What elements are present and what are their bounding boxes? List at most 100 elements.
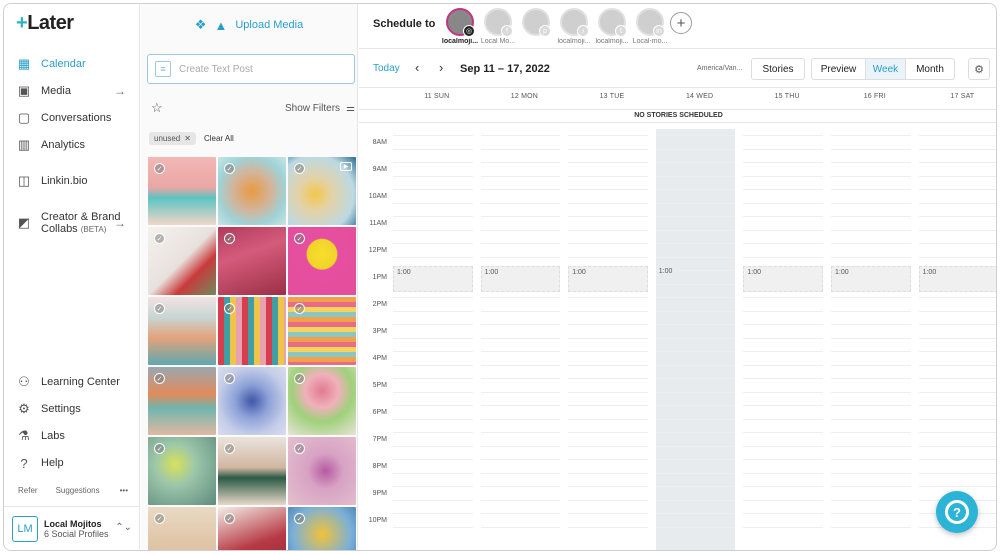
sidebar-item-labs[interactable]: ⚗ Labs	[16, 426, 65, 446]
chat-icon: ▢	[17, 110, 31, 125]
sidebar-item-media[interactable]: ▣ Media →	[16, 81, 134, 101]
checkmark-icon[interactable]: ✓	[294, 303, 305, 314]
clear-all-button[interactable]: Clear All	[204, 134, 234, 143]
checkmark-icon[interactable]: ✓	[294, 373, 305, 384]
refer-link[interactable]: Refer	[18, 486, 38, 495]
arrow-right-icon[interactable]: →	[114, 84, 126, 98]
day-column[interactable]: 1:00	[568, 129, 648, 550]
calendar-settings-gear-icon[interactable]: ⚙	[968, 58, 990, 80]
checkmark-icon[interactable]: ✓	[224, 303, 235, 314]
time-slot[interactable]: 1:00	[656, 266, 736, 292]
social-profile-tiktok[interactable]: ♪ localmoji...	[553, 8, 595, 45]
media-thumbnail[interactable]: ✓	[288, 437, 356, 505]
time-slot[interactable]: 1:00	[480, 266, 561, 292]
add-profile-button[interactable]: +	[670, 12, 692, 34]
close-icon[interactable]: ✕	[184, 134, 191, 143]
checkmark-icon[interactable]: ✓	[294, 443, 305, 454]
sidebar-item-learning-center[interactable]: ⚇ Learning Center	[16, 372, 120, 392]
sidebar-item-label: Conversations	[41, 112, 112, 124]
social-profile-twitter[interactable]: t localmoji...	[591, 8, 633, 45]
dropbox-icon[interactable]: ❖	[195, 17, 207, 33]
day-column[interactable]: 1:00	[655, 129, 736, 550]
checkmark-icon[interactable]: ✓	[224, 513, 235, 524]
sidebar-item-calendar[interactable]: ▦ Calendar	[16, 54, 134, 74]
media-thumbnail[interactable]: ✓ ▶	[288, 157, 356, 225]
time-slot[interactable]: 1:00	[743, 266, 823, 292]
more-icon[interactable]: •••	[120, 486, 128, 495]
media-thumbnail[interactable]: ✓	[288, 297, 356, 365]
media-thumbnail[interactable]: ✓	[218, 367, 286, 435]
checkmark-icon[interactable]: ✓	[294, 233, 305, 244]
checkmark-icon[interactable]: ✓	[154, 373, 165, 384]
day-column[interactable]: 1:00	[918, 129, 996, 550]
today-button[interactable]: Today	[373, 63, 400, 74]
sidebar-item-analytics[interactable]: ▥ Analytics	[16, 135, 134, 155]
day-column[interactable]: 1:00	[831, 129, 911, 550]
checkmark-icon[interactable]: ✓	[294, 513, 305, 524]
checkmark-icon[interactable]: ✓	[224, 443, 235, 454]
day-column[interactable]: 1:00	[743, 129, 823, 550]
checkmark-icon[interactable]: ✓	[154, 233, 165, 244]
chevron-left-icon[interactable]: ‹	[415, 60, 419, 75]
google-drive-icon[interactable]: ▲	[214, 18, 227, 33]
later-logo[interactable]: +Later	[16, 12, 74, 35]
sidebar-item-linkin-bio[interactable]: ◫ Linkin.bio	[16, 171, 134, 191]
media-thumbnail[interactable]: ✓	[218, 507, 286, 550]
media-thumbnail[interactable]: ✓	[148, 507, 216, 550]
time-slot[interactable]: 1:00	[393, 266, 473, 292]
sidebar-item-creator-brand[interactable]: ◩ Creator & Brand Collabs (BETA) →	[16, 209, 134, 237]
time-slot[interactable]: 1:00	[918, 266, 996, 292]
view-week-button[interactable]: Week	[866, 59, 906, 79]
media-thumbnail[interactable]: ✓	[148, 227, 216, 295]
checkmark-icon[interactable]: ✓	[154, 513, 165, 524]
media-thumbnail[interactable]: ✓	[218, 157, 286, 225]
active-filter-tags: unused ✕ Clear All	[149, 132, 234, 145]
social-profile-instagram[interactable]: ◎ localmoji...	[439, 8, 481, 45]
stories-button[interactable]: Stories	[751, 58, 805, 80]
show-filters-button[interactable]: Show Filters ⚌	[285, 103, 355, 114]
view-preview-button[interactable]: Preview	[812, 59, 866, 79]
time-slot[interactable]: 1:00	[568, 266, 648, 292]
profile-switcher[interactable]: LM Local Mojitos 6 Social Profiles ⌃⌄	[4, 506, 140, 550]
checkmark-icon[interactable]: ✓	[154, 163, 165, 174]
time-slot[interactable]: 1:00	[831, 266, 911, 292]
view-month-button[interactable]: Month	[906, 59, 954, 79]
help-chat-button[interactable]: ?	[936, 491, 978, 533]
day-column[interactable]: 1:00	[393, 129, 473, 550]
chevron-updown-icon[interactable]: ⌃⌄	[115, 522, 132, 533]
checkmark-icon[interactable]: ✓	[294, 163, 305, 174]
media-thumbnail[interactable]: ✓	[148, 367, 216, 435]
checkmark-icon[interactable]: ✓	[154, 303, 165, 314]
sidebar-item-settings[interactable]: ⚙ Settings	[16, 399, 81, 419]
media-thumbnail[interactable]: ✓	[288, 507, 356, 550]
media-thumbnail[interactable]: ✓	[218, 437, 286, 505]
chevron-right-icon[interactable]: ›	[439, 60, 443, 75]
social-profile-linkedin[interactable]: in Local-mo...	[629, 8, 671, 45]
media-thumbnail[interactable]: ✓	[148, 157, 216, 225]
star-icon[interactable]: ☆	[151, 100, 163, 116]
social-profile-pinterest[interactable]: p	[515, 8, 557, 38]
upload-media-button[interactable]: Upload Media	[235, 19, 303, 31]
timezone-select[interactable]: America/Van...	[697, 65, 742, 72]
sidebar-item-conversations[interactable]: ▢ Conversations	[16, 108, 134, 128]
arrow-right-icon[interactable]: →	[114, 216, 126, 230]
media-thumbnail[interactable]: ✓	[288, 367, 356, 435]
day-column[interactable]: 1:00	[480, 129, 561, 550]
media-thumbnail[interactable]: ✓	[288, 227, 356, 295]
media-thumbnail[interactable]: ✓	[218, 227, 286, 295]
sidebar-item-help[interactable]: ? Help	[16, 453, 63, 473]
profile-avatar: ♪	[560, 8, 589, 37]
media-thumbnail[interactable]: ✓	[218, 297, 286, 365]
media-thumbnail[interactable]: ✓	[148, 297, 216, 365]
create-text-post-button[interactable]: ≡ Create Text Post	[147, 54, 355, 84]
sidebar: +Later ▦ Calendar ▣ Media → ▢ Conversations ▥ An…	[4, 4, 140, 550]
checkmark-icon[interactable]: ✓	[224, 373, 235, 384]
hour-label: 8AM	[372, 139, 387, 146]
social-profile-facebook[interactable]: f Local Mo...	[477, 8, 519, 45]
hour-label: 6PM	[372, 409, 387, 416]
suggestions-link[interactable]: Suggestions	[56, 486, 100, 495]
checkmark-icon[interactable]: ✓	[224, 233, 235, 244]
checkmark-icon[interactable]: ✓	[154, 443, 165, 454]
media-thumbnail[interactable]: ✓	[148, 437, 216, 505]
checkmark-icon[interactable]: ✓	[224, 163, 235, 174]
